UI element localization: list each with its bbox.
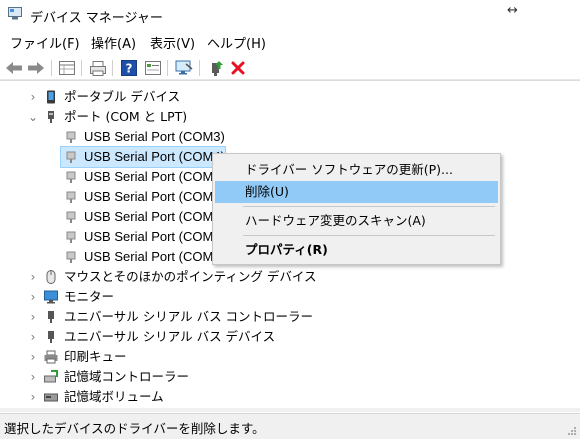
toolbar-separator (199, 60, 200, 76)
status-bar: 選択したデバイスのドライバーを削除します。 (0, 413, 580, 439)
serial-port-icon (66, 171, 76, 183)
printer-icon (44, 350, 58, 364)
tree-node-com[interactable]: USB Serial Port (COM (0, 207, 212, 227)
resize-grip-icon[interactable] (567, 426, 577, 436)
tree-label: USB Serial Port (COM (84, 169, 212, 184)
tree-node-mouse[interactable]: › マウスとそのほかのポインティング デバイス (0, 267, 580, 287)
forward-arrow-icon[interactable] (26, 58, 46, 78)
toolbar-separator (81, 60, 82, 76)
status-text: 選択したデバイスのドライバーを削除します。 (4, 421, 265, 436)
menu-separator (243, 235, 495, 236)
tree-label: ユニバーサル シリアル バス デバイス (64, 329, 276, 344)
context-menu: ドライバー ソフトウェアの更新(P)... 削除(U) ハードウェア変更のスキャ… (212, 153, 501, 265)
serial-port-icon (66, 151, 76, 163)
serial-port-icon (66, 211, 76, 223)
portable-device-icon (47, 90, 55, 104)
menu-view[interactable]: 表示(V) (150, 33, 195, 52)
tree-node-com[interactable]: USB Serial Port (COM (0, 227, 212, 247)
menu-separator (243, 206, 495, 207)
tree-label: ポート (COM と LPT) (64, 109, 188, 124)
tree-label: ポータブル デバイス (64, 89, 181, 104)
tree-node-portable-devices[interactable]: › ポータブル デバイス (0, 87, 580, 107)
tree-node-usb-controller[interactable]: › ユニバーサル シリアル バス コントローラー (0, 307, 580, 327)
usb-icon (48, 331, 54, 343)
device-manager-app-icon (8, 7, 22, 20)
menu-item-update-driver[interactable]: ドライバー ソフトウェアの更新(P)... (215, 159, 498, 181)
tree-node-com[interactable]: USB Serial Port (COM (0, 247, 212, 267)
tree-node-com3[interactable]: USB Serial Port (COM3) (0, 127, 580, 147)
tree-label: モニター (64, 289, 115, 304)
menu-help[interactable]: ヘルプ(H) (207, 33, 266, 52)
remove-icon[interactable] (228, 58, 248, 78)
window-title: デバイス マネージャー (30, 11, 163, 26)
tree-label: USB Serial Port (COM (84, 229, 212, 244)
storage-controller-icon (44, 370, 58, 383)
print-icon[interactable] (88, 58, 108, 78)
tree-label: 記憶域コントローラー (64, 369, 190, 384)
serial-port-icon (66, 231, 76, 243)
properties-grid-icon[interactable] (57, 58, 77, 78)
serial-port-icon (66, 251, 76, 263)
port-icon (48, 111, 54, 123)
serial-port-icon (66, 131, 76, 143)
menu-file[interactable]: ファイル(F) (10, 33, 80, 52)
tree-node-com4-selected[interactable]: USB Serial Port (COM4) (60, 146, 226, 168)
tree-label: USB Serial Port (COM (84, 189, 212, 204)
chevron-right-icon[interactable]: › (27, 327, 39, 347)
tree-node-print-queue[interactable]: › 印刷キュー (0, 347, 580, 367)
toolbar-separator (167, 60, 168, 76)
chevron-right-icon[interactable]: › (27, 367, 39, 387)
tree-label: 印刷キュー (64, 349, 127, 364)
chevron-down-icon[interactable]: ⌄ (27, 107, 39, 127)
chevron-right-icon[interactable]: › (27, 307, 39, 327)
menu-item-label: ハードウェア変更のスキャン(A) (245, 213, 426, 228)
tree-label: USB Serial Port (COM3) (84, 129, 225, 144)
toolbar: ? (0, 57, 580, 80)
serial-port-icon (66, 191, 76, 203)
mouse-icon (46, 270, 56, 284)
tree-label: ユニバーサル シリアル バス コントローラー (64, 309, 314, 324)
tree-node-ports[interactable]: ⌄ ポート (COM と LPT) (0, 107, 580, 127)
menu-item-properties[interactable]: プロパティ(R) (215, 239, 498, 261)
chevron-right-icon[interactable]: › (27, 387, 39, 407)
view-icon[interactable] (143, 58, 163, 78)
resize-cursor-icon: ↔ (507, 3, 518, 18)
storage-volume-icon (44, 393, 58, 402)
chevron-right-icon[interactable]: › (27, 347, 39, 367)
chevron-right-icon[interactable]: › (27, 87, 39, 107)
svg-text:?: ? (126, 62, 133, 76)
menu-action[interactable]: 操作(A) (91, 33, 136, 52)
help-icon[interactable]: ? (119, 58, 139, 78)
tree-label: 記憶域ボリューム (64, 389, 164, 404)
horizontal-scrollbar[interactable] (0, 408, 580, 412)
tree-node-monitor[interactable]: › モニター (0, 287, 580, 307)
tree-label: USB Serial Port (COM4) (84, 149, 225, 164)
menu-item-label: 削除(U) (245, 184, 289, 199)
chevron-right-icon[interactable]: › (27, 267, 39, 287)
update-driver-icon[interactable] (206, 58, 226, 78)
tree-node-usb-device[interactable]: › ユニバーサル シリアル バス デバイス (0, 327, 580, 347)
tree-node-storage-volume[interactable]: › 記憶域ボリューム (0, 387, 580, 407)
menu-item-scan-hardware[interactable]: ハードウェア変更のスキャン(A) (215, 210, 498, 232)
usb-icon (48, 311, 54, 323)
menu-item-label: プロパティ(R) (245, 242, 328, 257)
scan-monitor-icon[interactable] (174, 58, 194, 78)
tree-label: マウスとそのほかのポインティング デバイス (64, 269, 317, 284)
monitor-icon (44, 290, 58, 304)
menu-item-label: ドライバー ソフトウェアの更新(P)... (245, 162, 453, 177)
tree-node-com[interactable]: USB Serial Port (COM (0, 187, 212, 207)
tree-label: USB Serial Port (COM (84, 209, 212, 224)
tree-label: USB Serial Port (COM (84, 249, 212, 264)
toolbar-separator (112, 60, 113, 76)
tree-node-storage-controller[interactable]: › 記憶域コントローラー (0, 367, 580, 387)
toolbar-separator (51, 60, 52, 76)
menu-item-delete[interactable]: 削除(U) (215, 181, 498, 203)
back-arrow-icon[interactable] (4, 58, 24, 78)
chevron-right-icon[interactable]: › (27, 287, 39, 307)
title-bar: デバイス マネージャー ↔ (0, 0, 580, 30)
tree-node-com[interactable]: USB Serial Port (COM (0, 167, 212, 187)
menu-bar: ファイル(F) 操作(A) 表示(V) ヘルプ(H) (0, 33, 580, 53)
